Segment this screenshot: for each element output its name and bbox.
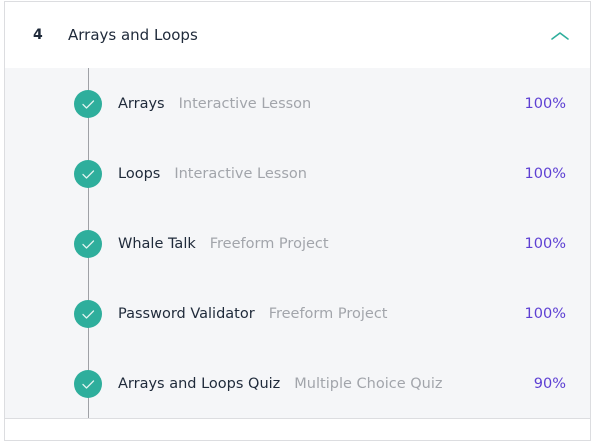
item-type: Freeform Project — [268, 306, 388, 322]
module-header[interactable]: 4 Arrays and Loops — [5, 2, 590, 69]
item-title[interactable]: Arrays — [118, 96, 165, 112]
module-card: 4 Arrays and Loops Arrays Interactive Les… — [4, 1, 591, 441]
item-title[interactable]: Arrays and Loops Quiz — [118, 376, 280, 392]
check-icon — [74, 160, 102, 188]
module-number: 4 — [33, 27, 43, 43]
check-icon — [74, 370, 102, 398]
module-content-list: Arrays Interactive Lesson 100% Loops Inter… — [5, 68, 590, 419]
item-title[interactable]: Loops — [118, 166, 160, 182]
check-icon — [74, 300, 102, 328]
check-icon — [74, 90, 102, 118]
item-title[interactable]: Password Validator — [118, 306, 255, 322]
item-type: Freeform Project — [209, 236, 329, 252]
list-item-arrays-and-loops-quiz[interactable]: Arrays and Loops Quiz Multiple Choice Qui… — [5, 364, 590, 404]
list-item-password-validator[interactable]: Password Validator Freeform Project 100% — [5, 294, 590, 334]
check-icon — [74, 230, 102, 258]
list-item-arrays[interactable]: Arrays Interactive Lesson 100% — [5, 84, 590, 124]
item-type: Interactive Lesson — [174, 166, 307, 182]
item-score: 100% — [524, 166, 566, 182]
item-score: 100% — [524, 236, 566, 252]
module-title: Arrays and Loops — [68, 26, 198, 44]
list-item-whale-talk[interactable]: Whale Talk Freeform Project 100% — [5, 224, 590, 264]
item-score: 90% — [533, 376, 566, 392]
item-title[interactable]: Whale Talk — [118, 236, 196, 252]
item-type: Interactive Lesson — [178, 96, 312, 112]
item-score: 100% — [524, 96, 566, 112]
list-item-loops[interactable]: Loops Interactive Lesson 100% — [5, 154, 590, 194]
chevron-up-icon[interactable] — [549, 26, 571, 44]
item-score: 100% — [524, 306, 566, 322]
item-type: Multiple Choice Quiz — [294, 376, 443, 392]
